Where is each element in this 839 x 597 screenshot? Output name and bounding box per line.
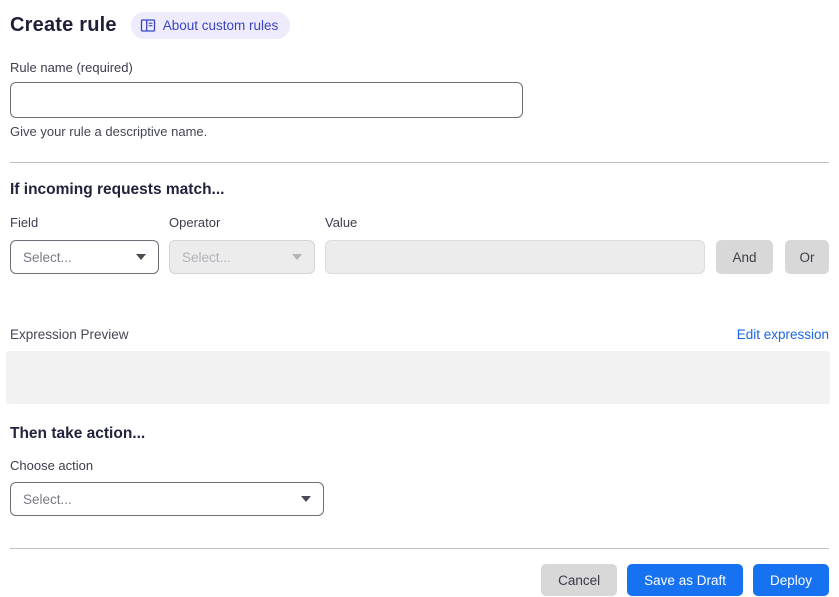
and-button[interactable]: And (716, 240, 773, 274)
cancel-button[interactable]: Cancel (541, 564, 618, 596)
choose-action-value: Select... (23, 491, 72, 507)
expression-preview-box (6, 351, 830, 404)
chevron-down-icon (301, 496, 311, 502)
footer-actions: Cancel Save as Draft Deploy (10, 564, 829, 596)
deploy-button[interactable]: Deploy (752, 564, 829, 596)
field-select[interactable]: Select... (10, 240, 159, 274)
match-section-heading: If incoming requests match... (10, 181, 225, 198)
operator-label: Operator (169, 215, 221, 230)
field-select-value: Select... (23, 249, 72, 265)
rule-name-label: Rule name (required) (10, 60, 133, 75)
expression-preview-label: Expression Preview (10, 327, 129, 342)
expression-preview-row: Expression Preview Edit expression (10, 327, 829, 342)
edit-expression-link[interactable]: Edit expression (737, 327, 829, 342)
action-section-heading: Then take action... (10, 425, 146, 442)
value-label: Value (325, 215, 358, 230)
choose-action-select[interactable]: Select... (10, 482, 324, 516)
about-badge-label: About custom rules (162, 17, 279, 33)
rule-name-helper: Give your rule a descriptive name. (10, 124, 208, 139)
value-input[interactable] (325, 240, 705, 274)
docs-icon (140, 18, 156, 33)
chevron-down-icon (136, 254, 146, 260)
value-column: Value (325, 215, 705, 274)
field-column: Field Select... (10, 215, 159, 274)
chevron-down-icon (292, 254, 302, 260)
rule-name-input[interactable] (10, 82, 523, 118)
save-as-draft-button[interactable]: Save as Draft (627, 564, 743, 596)
section-divider-top (10, 162, 829, 163)
create-rule-page: Create rule About custom rules Rule name… (0, 0, 839, 596)
field-label: Field (10, 215, 39, 230)
operator-select[interactable]: Select... (169, 240, 315, 274)
choose-action-label: Choose action (10, 458, 94, 473)
page-header: Create rule About custom rules (10, 12, 829, 39)
operator-column: Operator Select... (169, 215, 315, 274)
section-divider-bottom (10, 548, 829, 549)
match-row: Field Select... Operator Select... Value… (10, 215, 829, 274)
page-title: Create rule (10, 14, 117, 36)
about-custom-rules-link[interactable]: About custom rules (130, 12, 291, 39)
or-button[interactable]: Or (785, 240, 829, 274)
operator-select-value: Select... (182, 249, 231, 265)
